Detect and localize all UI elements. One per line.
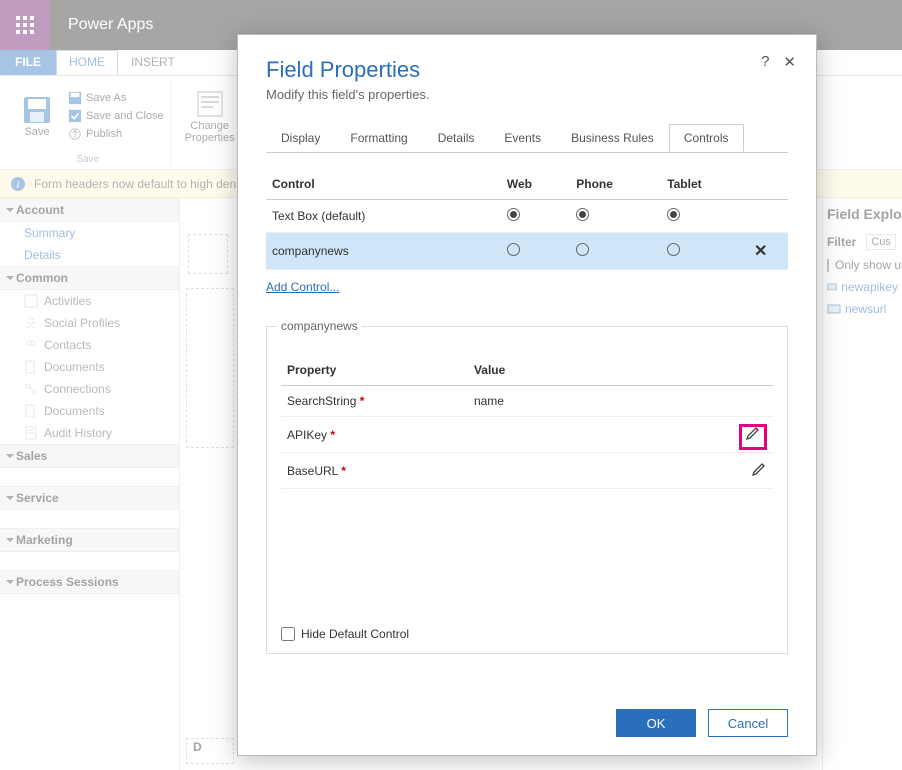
remove-control-icon[interactable]: ✕: [754, 243, 767, 260]
radio-phone[interactable]: [576, 208, 589, 221]
prop-row-apikey[interactable]: APIKey *: [281, 417, 773, 453]
control-row-textbox[interactable]: Text Box (default): [266, 200, 788, 233]
prop-row-searchstring[interactable]: SearchString * name: [281, 386, 773, 417]
hide-default-checkbox[interactable]: [281, 627, 295, 641]
fieldset-legend: companynews: [277, 319, 362, 333]
ok-button[interactable]: OK: [616, 709, 696, 737]
control-properties-fieldset: companynews Property Value SearchString …: [266, 326, 788, 654]
col-control: Control: [266, 169, 501, 200]
edit-apikey-icon[interactable]: [739, 424, 767, 450]
tab-display[interactable]: Display: [266, 124, 335, 152]
tab-business-rules[interactable]: Business Rules: [556, 124, 669, 152]
add-control-link[interactable]: Add Control...: [266, 280, 339, 294]
prop-row-baseurl[interactable]: BaseURL *: [281, 453, 773, 489]
tab-controls[interactable]: Controls: [669, 124, 744, 152]
help-icon[interactable]: ?: [761, 53, 769, 71]
properties-table: Property Value SearchString * name APIKe…: [281, 355, 773, 489]
tab-events[interactable]: Events: [489, 124, 556, 152]
col-tablet: Tablet: [661, 169, 748, 200]
col-web: Web: [501, 169, 570, 200]
hide-default-control[interactable]: Hide Default Control: [281, 627, 409, 641]
radio-phone[interactable]: [576, 243, 589, 256]
tab-details[interactable]: Details: [423, 124, 490, 152]
cancel-button[interactable]: Cancel: [708, 709, 788, 737]
radio-tablet[interactable]: [667, 243, 680, 256]
radio-tablet[interactable]: [667, 208, 680, 221]
edit-baseurl-icon[interactable]: [751, 466, 767, 480]
close-icon[interactable]: ✕: [783, 53, 796, 71]
col-phone: Phone: [570, 169, 661, 200]
controls-table: Control Web Phone Tablet Text Box (defau…: [266, 169, 788, 270]
modal-tabs: Display Formatting Details Events Busine…: [266, 124, 788, 153]
radio-web[interactable]: [507, 208, 520, 221]
modal-title: Field Properties: [266, 57, 788, 83]
radio-web[interactable]: [507, 243, 520, 256]
field-properties-modal: Field Properties Modify this field's pro…: [237, 34, 817, 756]
control-row-companynews[interactable]: companynews ✕: [266, 233, 788, 270]
tab-formatting[interactable]: Formatting: [335, 124, 422, 152]
modal-subtitle: Modify this field's properties.: [266, 87, 788, 102]
